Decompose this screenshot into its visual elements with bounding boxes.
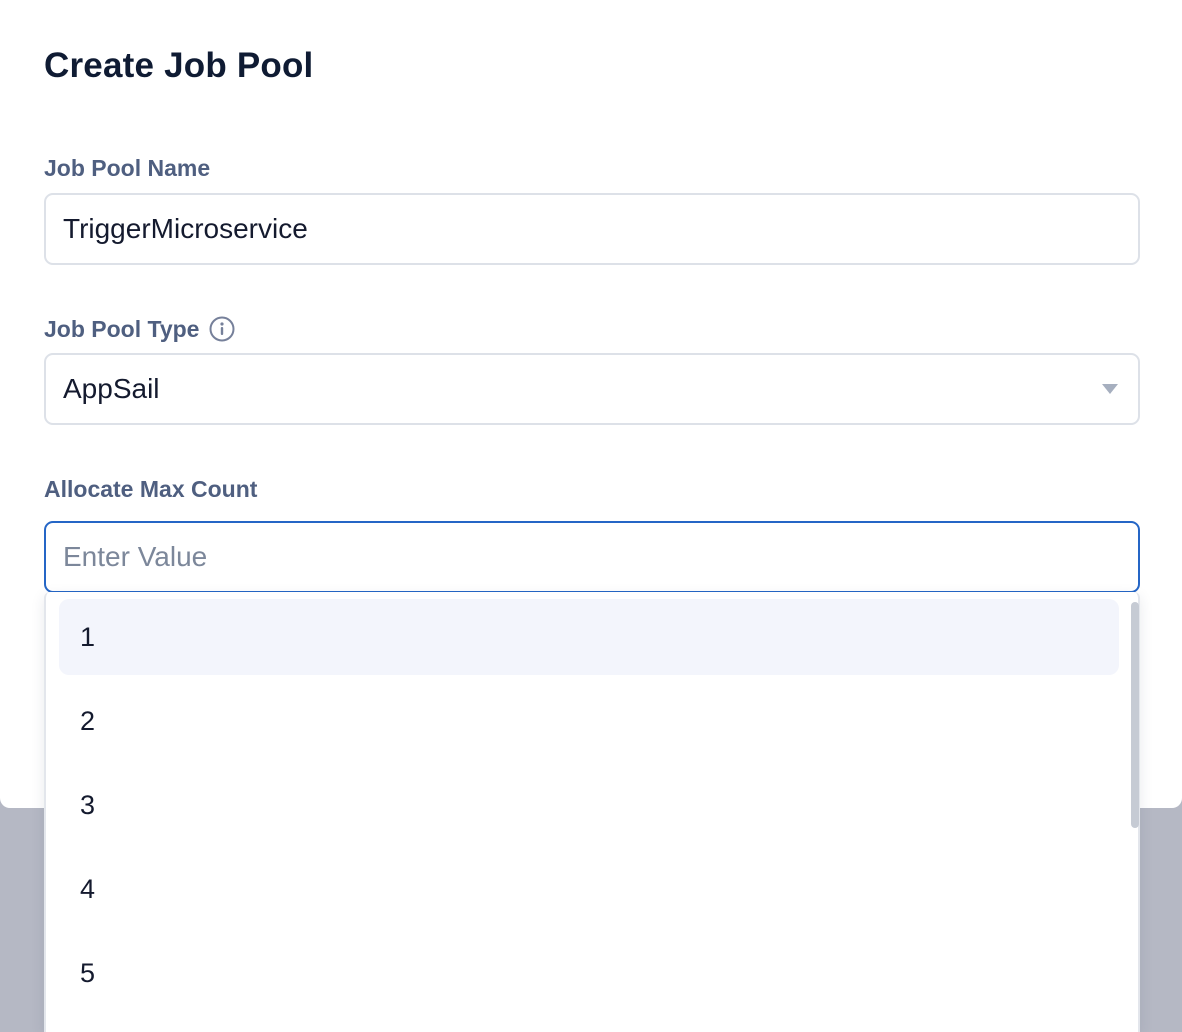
option-label: 1 [80,621,96,652]
option-1[interactable]: 1 [59,599,1119,675]
job-pool-name-value: TriggerMicroservice [63,213,308,244]
job-pool-name-label: Job Pool Name [44,155,211,181]
option-5[interactable]: 5 [59,935,1119,1011]
option-3[interactable]: 3 [59,767,1119,843]
option-4[interactable]: 4 [59,851,1119,927]
job-pool-type-value: AppSail [63,373,160,404]
job-pool-name-input[interactable]: TriggerMicroservice [44,193,1140,265]
dropdown-scrollbar[interactable] [1131,602,1139,828]
chevron-down-icon [1102,384,1118,394]
job-pool-type-label-row: Job Pool Type [44,314,235,344]
job-pool-type-select[interactable]: AppSail [44,353,1140,425]
option-label: 5 [80,957,96,988]
option-label: 3 [80,789,96,820]
dialog-title: Create Job Pool [44,46,314,85]
option-2[interactable]: 2 [59,683,1119,759]
job-pool-type-label: Job Pool Type [44,316,200,342]
option-label: 4 [80,873,96,904]
max-count-options-dropdown: 1 2 3 4 5 [44,592,1140,1032]
info-icon[interactable] [209,316,235,342]
allocate-max-count-input[interactable] [44,521,1140,593]
allocate-max-count-label: Allocate Max Count [44,476,258,502]
option-label: 2 [80,705,96,736]
